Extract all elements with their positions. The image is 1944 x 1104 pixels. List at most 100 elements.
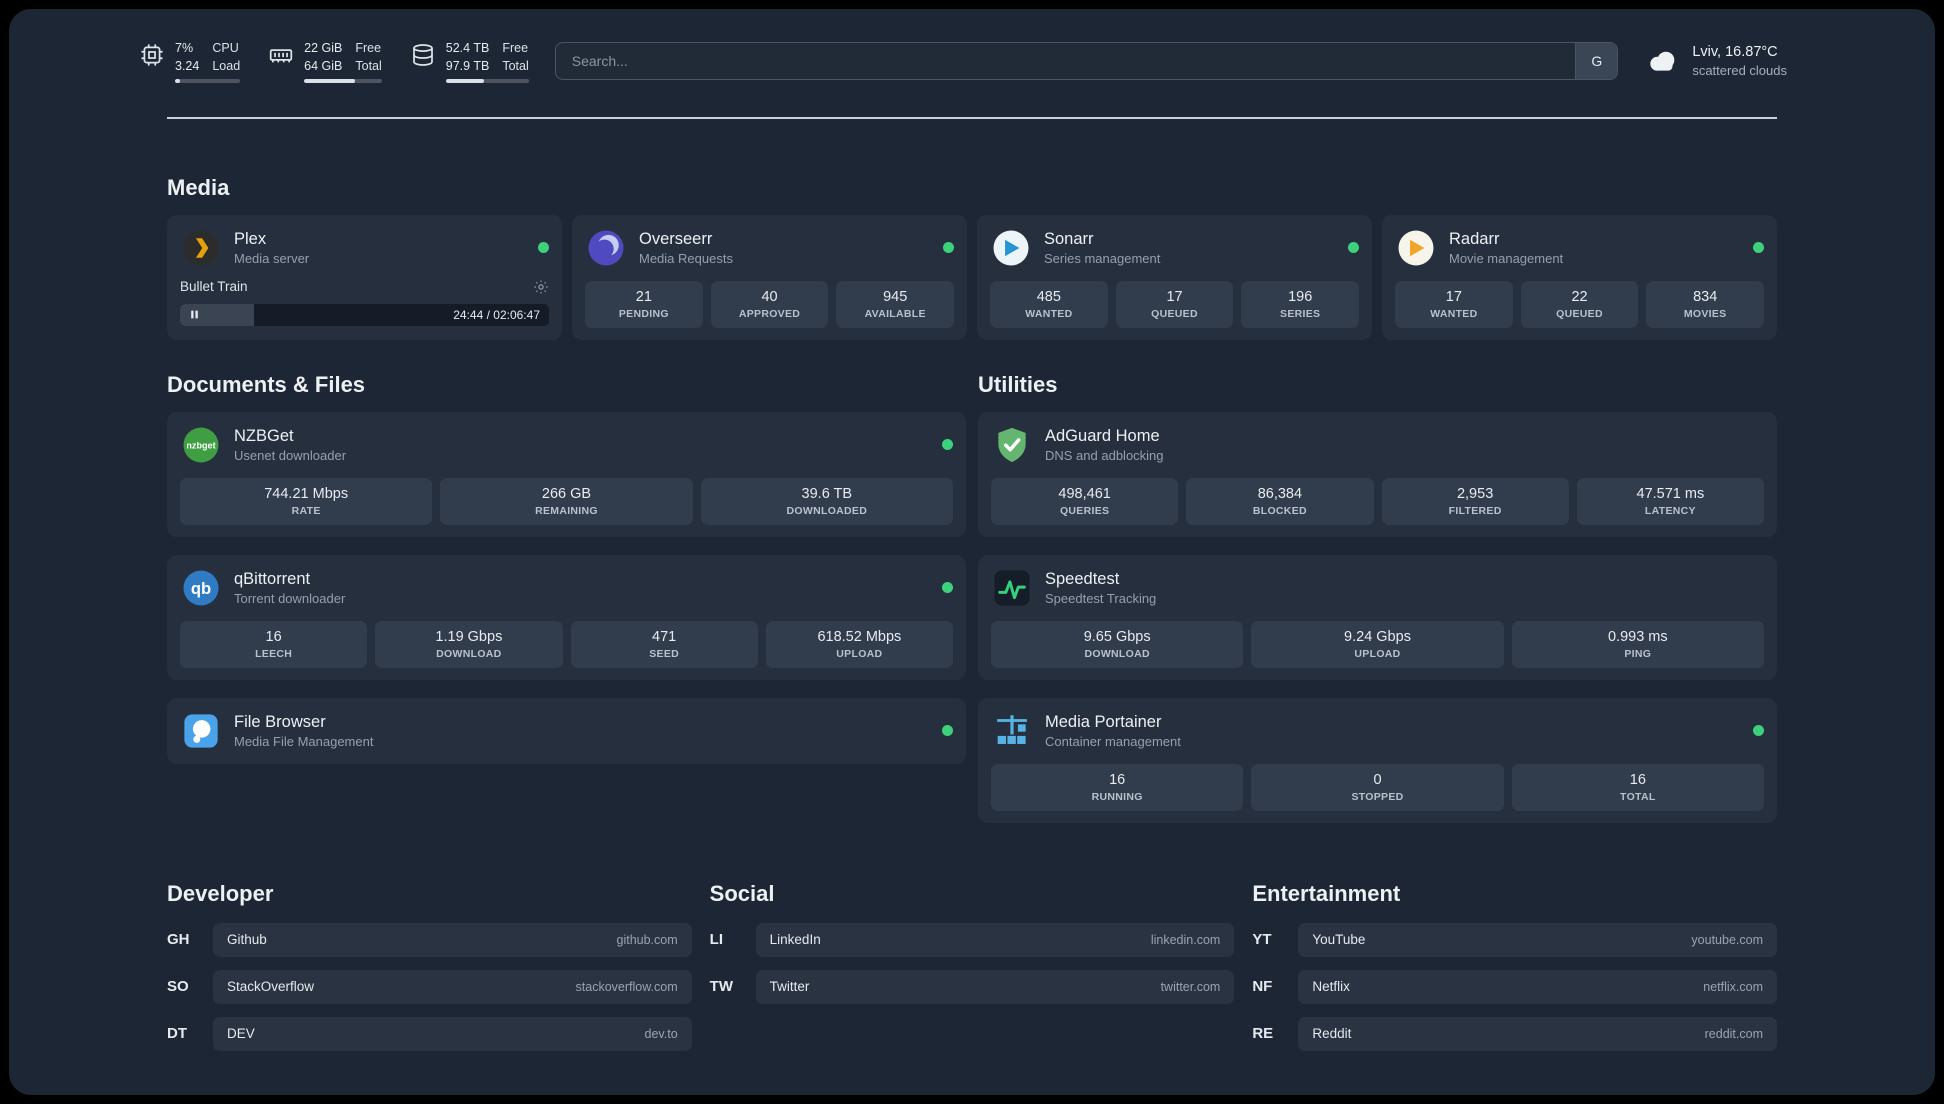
bookmark-link-reddit[interactable]: Reddit reddit.com (1298, 1016, 1777, 1051)
portainer-crane-icon (991, 710, 1033, 752)
bookmark-abbr: SO (167, 978, 189, 996)
stat-label: APPROVED (738, 307, 801, 320)
bookmark-abbr: YT (1252, 931, 1272, 949)
stat-value: 16 (1629, 771, 1646, 788)
section-title-utilities: Utilities (978, 371, 1058, 397)
bookmark-row: RE Reddit reddit.com (1252, 1016, 1777, 1051)
stat-label: DOWNLOAD (436, 647, 502, 660)
card-title: Overseerr (639, 229, 713, 248)
stat-value: 21 (635, 288, 652, 305)
weather-widget: Lviv, 16.87°C scattered clouds (1644, 43, 1787, 79)
bookmark-link-stackoverflow[interactable]: StackOverflow stackoverflow.com (213, 969, 692, 1004)
stat-label: UPLOAD (836, 647, 883, 660)
stat-tile: 0.993 ms PING (1511, 620, 1764, 668)
bookmark-link-github[interactable]: Github github.com (213, 922, 692, 957)
bookmark-row: TW Twitter twitter.com (710, 969, 1235, 1004)
overseerr-icon (585, 227, 627, 269)
status-dot (1753, 725, 1764, 737)
memory-total-value: 64 GiB (304, 59, 343, 74)
stat-tile: 22 QUEUED (1520, 280, 1639, 328)
stat-value: 40 (761, 288, 778, 305)
card-subtitle: Media server (234, 250, 310, 266)
search-bar: G (554, 41, 1619, 80)
bookmark-group-entertainment: Entertainment YT YouTube youtube.com NF … (1252, 881, 1777, 1051)
card-nzbget[interactable]: nzbget NZBGet Usenet downloader 744.21 M… (167, 411, 966, 537)
card-subtitle: Media File Management (234, 733, 374, 749)
bookmark-name: StackOverflow (227, 979, 315, 995)
stat-value: 22 (1571, 288, 1588, 305)
bookmark-link-netflix[interactable]: Netflix netflix.com (1298, 969, 1777, 1004)
search-provider-button[interactable]: G (1575, 42, 1618, 79)
stat-label: BLOCKED (1252, 504, 1307, 517)
disk-free-label: Free (502, 41, 529, 55)
bookmark-row: GH Github github.com (167, 922, 692, 957)
cloud-icon (1644, 43, 1680, 79)
card-portainer[interactable]: Media Portainer Container management 16 … (978, 697, 1777, 823)
stat-label: DOWNLOAD (1084, 647, 1150, 660)
bookmark-abbr: GH (167, 931, 190, 949)
stat-value: 0 (1373, 771, 1382, 788)
card-overseerr[interactable]: Overseerr Media Requests 21 PENDING 40 A… (572, 214, 967, 340)
section-title-documents: Documents & Files (167, 371, 366, 397)
bookmark-domain: reddit.com (1704, 1026, 1763, 1041)
card-plex[interactable]: Plex Media server Bullet Train 24:44 / 0… (167, 214, 562, 340)
card-speedtest[interactable]: Speedtest Speedtest Tracking 9.65 Gbps D… (978, 554, 1777, 680)
stat-tile: 39.6 TB DOWNLOADED (700, 477, 953, 525)
bookmark-link-twitter[interactable]: Twitter twitter.com (755, 969, 1235, 1004)
cpu-load-value: 3.24 (175, 59, 200, 74)
card-radarr[interactable]: Radarr Movie management 17 WANTED 22 QUE… (1382, 214, 1777, 340)
bookmark-link-linkedin[interactable]: LinkedIn linkedin.com (755, 922, 1235, 957)
card-adguard[interactable]: AdGuard Home DNS and adblocking 498,461 … (978, 411, 1777, 537)
stat-label: PING (1624, 647, 1652, 660)
dashboard-root: 7% 3.24 CPU Load 22 GiB 64 GiB Free Tota… (9, 9, 1935, 1095)
stat-tile: 945 AVAILABLE (836, 280, 955, 328)
bookmark-group-title: Developer (167, 880, 274, 906)
search-input[interactable] (555, 42, 1576, 79)
playback-time: 24:44 / 02:06:47 (453, 307, 540, 322)
qbittorrent-icon: qb (180, 567, 222, 609)
stat-value: 9.65 Gbps (1083, 628, 1151, 645)
disk-readout: 52.4 TB 97.9 TB Free Total (445, 39, 529, 83)
bookmark-name: LinkedIn (769, 932, 821, 948)
stat-value: 498,461 (1058, 485, 1111, 502)
stat-tile: 86,384 BLOCKED (1186, 477, 1374, 525)
card-qbittorrent[interactable]: qb qBittorrent Torrent downloader 16 LEE… (167, 554, 966, 680)
stat-label: QUEUED (1151, 307, 1198, 320)
memory-free-label: Free (355, 41, 382, 55)
bookmark-link-youtube[interactable]: YouTube youtube.com (1298, 922, 1777, 957)
bookmark-domain: linkedin.com (1150, 932, 1221, 947)
stat-value: 86,384 (1257, 485, 1303, 502)
stat-label: TOTAL (1620, 790, 1656, 803)
stat-tile: 834 MOVIES (1646, 280, 1765, 328)
memory-icon (268, 39, 294, 68)
gear-icon[interactable] (533, 279, 549, 295)
status-dot (943, 242, 954, 254)
bookmark-row: YT YouTube youtube.com (1252, 922, 1777, 957)
bookmark-domain: stackoverflow.com (575, 979, 678, 994)
adguard-shield-icon (991, 424, 1033, 466)
memory-total-label: Total (355, 59, 382, 74)
bookmark-domain: twitter.com (1160, 979, 1221, 994)
media-cards-row: Plex Media server Bullet Train 24:44 / 0… (167, 214, 1777, 340)
card-title: Plex (234, 229, 267, 248)
card-title: Radarr (1449, 229, 1500, 248)
stat-tile: 196 SERIES (1241, 280, 1360, 328)
stat-tile: 744.21 Mbps RATE (180, 477, 433, 525)
nzbget-icon: nzbget (180, 424, 222, 466)
stat-tile: 266 GB REMAINING (440, 477, 693, 525)
stat-value: 17 (1445, 288, 1462, 305)
card-filebrowser[interactable]: File Browser Media File Management (167, 697, 966, 764)
memory-readout: 22 GiB 64 GiB Free Total (304, 39, 382, 83)
stat-tile: 1.19 Gbps DOWNLOAD (375, 620, 563, 668)
pause-icon[interactable] (189, 309, 200, 320)
status-dot (1753, 242, 1764, 254)
media-player-bar[interactable]: 24:44 / 02:06:47 (180, 303, 549, 326)
bookmark-link-dev[interactable]: DEV dev.to (213, 1016, 692, 1051)
top-bar: 7% 3.24 CPU Load 22 GiB 64 GiB Free Tota… (9, 9, 1935, 83)
disk-total-value: 97.9 TB (445, 59, 490, 74)
card-sonarr[interactable]: Sonarr Series management 485 WANTED 17 Q… (977, 214, 1372, 340)
card-subtitle: Series management (1044, 250, 1161, 266)
sonarr-icon (990, 227, 1032, 269)
cpu-readout: 7% 3.24 CPU Load (175, 39, 241, 83)
stat-tile: 16 TOTAL (1511, 763, 1764, 811)
